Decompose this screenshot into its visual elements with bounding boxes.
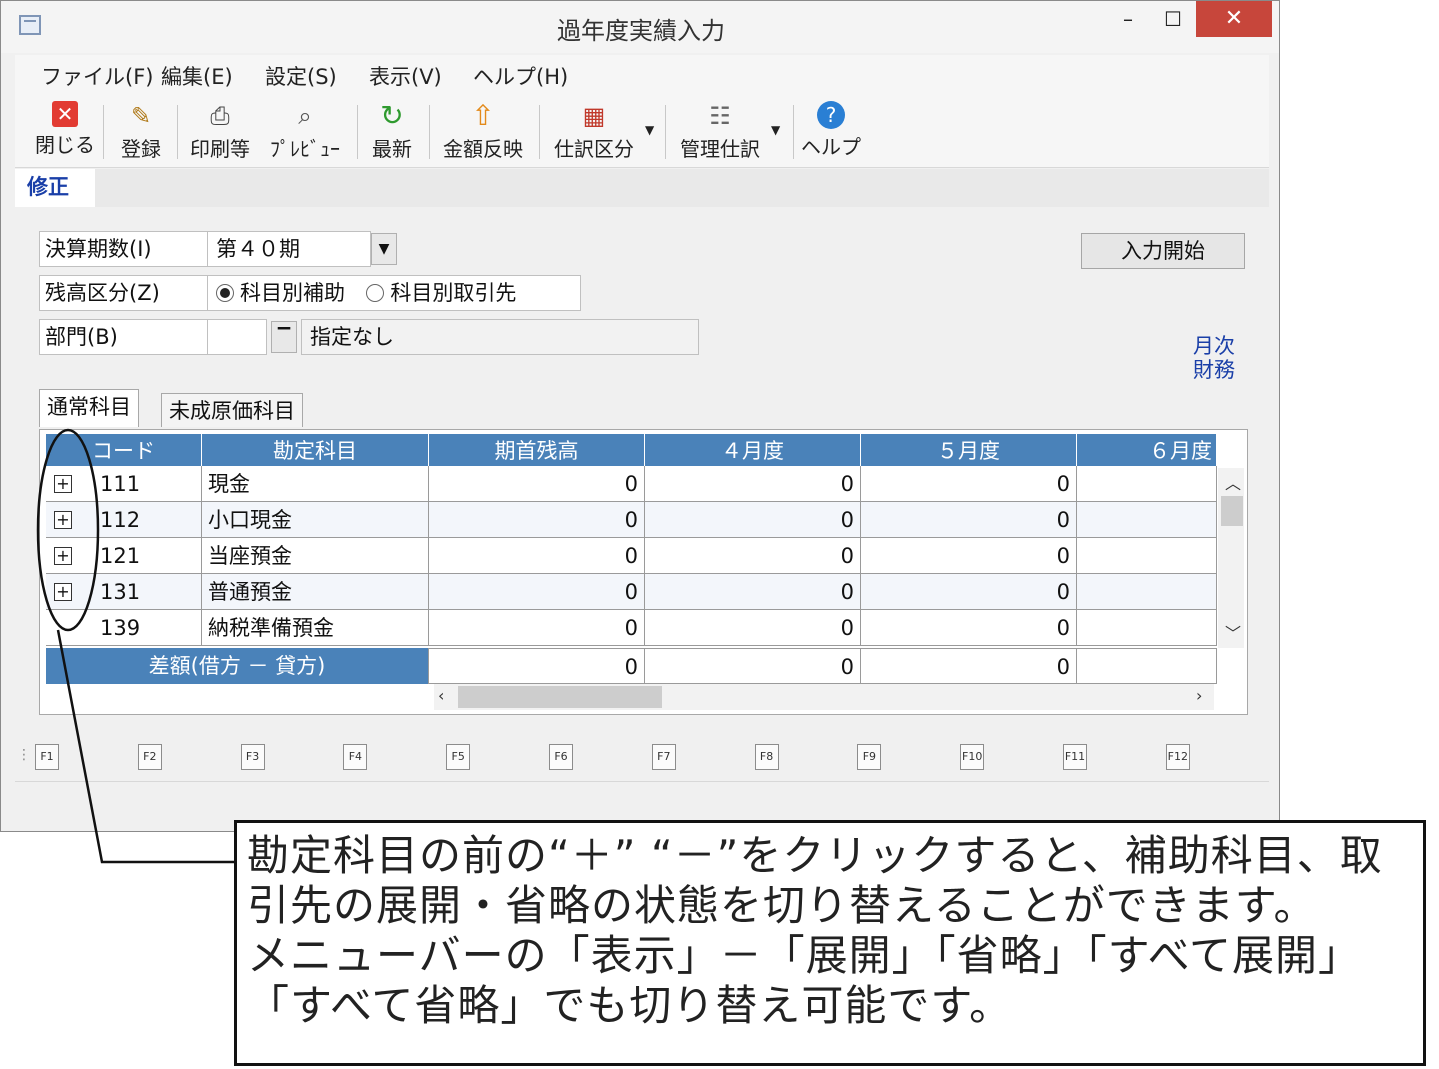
callout-box: 勘定科目の前の“＋” “－”をクリックすると、補助科目、取 引先の展開・省略の状… <box>234 820 1426 1066</box>
callout-line-2: 引先の展開・省略の状態を切り替えることができます。 <box>247 881 1317 930</box>
annotation-leader-line <box>56 629 236 864</box>
annotation-ellipse <box>36 428 100 632</box>
callout-line-1: 勘定科目の前の“＋” “－”をクリックすると、補助科目、取 <box>247 831 1383 880</box>
callout-line-3: メニューバーの「表示」－「展開」「省略」「すべて展開」 <box>247 931 1361 980</box>
callout-line-4: 「すべて省略」でも切り替え可能です。 <box>247 981 1013 1030</box>
